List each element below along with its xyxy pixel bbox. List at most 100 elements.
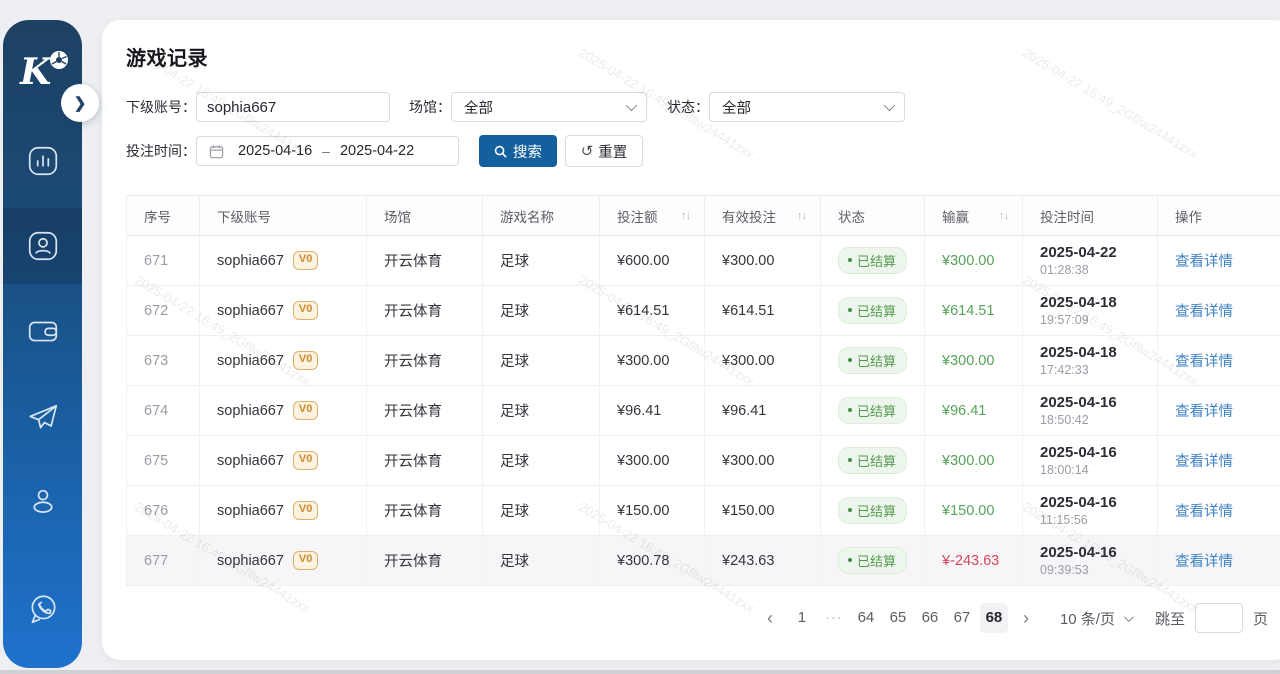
sidebar-item-profile[interactable] bbox=[26, 484, 60, 518]
status-badge: 已结算 bbox=[838, 497, 907, 524]
bet-date: 2025-04-16 bbox=[1040, 544, 1157, 561]
next-page-button[interactable]: › bbox=[1012, 603, 1040, 633]
sidebar-item-members[interactable] bbox=[26, 229, 60, 263]
records-table: 序号下级账号场馆游戏名称投注额↑↓有效投注↑↓状态输赢↑↓投注时间操作 671 … bbox=[126, 195, 1280, 586]
page-number[interactable]: 67 bbox=[948, 603, 976, 633]
status-badge: 已结算 bbox=[838, 247, 907, 274]
reset-button[interactable]: ↺ 重置 bbox=[565, 135, 643, 167]
sidebar-item-support[interactable] bbox=[26, 592, 60, 626]
chevron-down-icon bbox=[626, 100, 637, 111]
chevron-down-icon bbox=[1124, 612, 1134, 622]
account-name: sophia667 bbox=[217, 503, 284, 519]
bet-date: 2025-04-18 bbox=[1040, 344, 1157, 361]
table-row[interactable]: 671 sophia667 V0 开云体育 足球 ¥600.00 ¥300.00… bbox=[127, 236, 1280, 286]
bet-date: 2025-04-16 bbox=[1040, 394, 1157, 411]
page-title: 游戏记录 bbox=[126, 42, 1280, 71]
sidebar-expand-button[interactable]: ❯ bbox=[61, 84, 99, 122]
account-name: sophia667 bbox=[217, 453, 284, 469]
venue-cell: 开云体育 bbox=[367, 536, 483, 586]
user-card-icon bbox=[26, 229, 60, 263]
status-dot-icon bbox=[848, 358, 852, 362]
date-range-picker[interactable]: 2025-04-16 – 2025-04-22 bbox=[196, 136, 459, 166]
sort-icon[interactable]: ↑↓ bbox=[797, 210, 806, 222]
status-dot-icon bbox=[848, 458, 852, 462]
table-row[interactable]: 675 sophia667 V0 开云体育 足球 ¥300.00 ¥300.00… bbox=[127, 436, 1280, 486]
venue-select[interactable]: 全部 bbox=[451, 92, 647, 122]
status-select[interactable]: 全部 bbox=[709, 92, 905, 122]
win-loss-value: ¥614.51 bbox=[942, 303, 994, 319]
game-name-cell: 足球 bbox=[483, 386, 600, 436]
chevron-right-icon: ❯ bbox=[74, 94, 87, 112]
chevron-down-icon bbox=[884, 100, 895, 111]
bar-chart-icon bbox=[26, 144, 60, 178]
game-name-cell: 足球 bbox=[483, 236, 600, 286]
table-row[interactable]: 676 sophia667 V0 开云体育 足球 ¥150.00 ¥150.00… bbox=[127, 486, 1280, 536]
jump-page-input[interactable] bbox=[1195, 603, 1243, 633]
bet-date: 2025-04-22 bbox=[1040, 244, 1157, 261]
column-header: 投注时间 bbox=[1023, 196, 1158, 236]
search-button[interactable]: 搜索 bbox=[479, 135, 557, 167]
bet-date: 2025-04-18 bbox=[1040, 294, 1157, 311]
venue-cell: 开云体育 bbox=[367, 436, 483, 486]
status-dot-icon bbox=[848, 558, 852, 562]
bet-time: 09:39:53 bbox=[1040, 563, 1157, 577]
row-index: 676 bbox=[144, 503, 168, 519]
bet-time: 19:57:09 bbox=[1040, 313, 1157, 327]
table-row[interactable]: 677 sophia667 V0 开云体育 足球 ¥300.78 ¥243.63… bbox=[127, 536, 1280, 586]
brand-logo-icon: K bbox=[12, 46, 74, 92]
page-number[interactable]: 66 bbox=[916, 603, 944, 633]
row-index: 677 bbox=[144, 553, 168, 569]
bet-time: 18:00:14 bbox=[1040, 463, 1157, 477]
prev-page-button[interactable]: ‹ bbox=[756, 603, 784, 633]
jump-suffix: 页 bbox=[1253, 608, 1268, 629]
account-name: sophia667 bbox=[217, 403, 284, 419]
table-row[interactable]: 674 sophia667 V0 开云体育 足球 ¥96.41 ¥96.41 已… bbox=[127, 386, 1280, 436]
view-details-link[interactable]: 查看详情 bbox=[1175, 454, 1233, 470]
status-badge: 已结算 bbox=[838, 347, 907, 374]
win-loss-value: ¥-243.63 bbox=[942, 553, 999, 569]
view-details-link[interactable]: 查看详情 bbox=[1175, 504, 1233, 520]
status-dot-icon bbox=[848, 258, 852, 262]
reset-icon: ↺ bbox=[581, 142, 594, 160]
account-name: sophia667 bbox=[217, 353, 284, 369]
sidebar-item-reports[interactable] bbox=[26, 144, 60, 178]
page-size-select[interactable]: 10 条/页 bbox=[1060, 608, 1131, 629]
sort-icon[interactable]: ↑↓ bbox=[681, 210, 690, 222]
view-details-link[interactable]: 查看详情 bbox=[1175, 554, 1233, 570]
column-header: 游戏名称 bbox=[483, 196, 600, 236]
bet-amount-cell: ¥300.00 bbox=[600, 336, 705, 386]
valid-bet-cell: ¥300.00 bbox=[705, 236, 821, 286]
phone-contact-icon bbox=[26, 592, 60, 626]
page-number[interactable]: 64 bbox=[852, 603, 880, 633]
valid-bet-cell: ¥96.41 bbox=[705, 386, 821, 436]
calendar-icon bbox=[209, 144, 224, 159]
view-details-link[interactable]: 查看详情 bbox=[1175, 304, 1233, 320]
page-number[interactable]: 1 bbox=[788, 603, 816, 633]
bottom-edge-strip bbox=[0, 670, 1280, 674]
table-row[interactable]: 672 sophia667 V0 开云体育 足球 ¥614.51 ¥614.51… bbox=[127, 286, 1280, 336]
table-header-row: 序号下级账号场馆游戏名称投注额↑↓有效投注↑↓状态输赢↑↓投注时间操作 bbox=[127, 196, 1280, 236]
column-header[interactable]: 输赢↑↓ bbox=[925, 196, 1023, 236]
column-header[interactable]: 有效投注↑↓ bbox=[705, 196, 821, 236]
jump-label: 跳至 bbox=[1155, 608, 1185, 629]
sidebar-item-wallet[interactable] bbox=[26, 314, 60, 348]
view-details-link[interactable]: 查看详情 bbox=[1175, 354, 1233, 370]
pagination: ‹ 1···6465666768 › 10 条/页 跳至 页 bbox=[126, 603, 1268, 633]
account-input[interactable] bbox=[196, 92, 390, 122]
account-label: 下级账号： bbox=[126, 97, 196, 117]
win-loss-value: ¥300.00 bbox=[942, 353, 994, 369]
page-number[interactable]: 65 bbox=[884, 603, 912, 633]
row-index: 675 bbox=[144, 453, 168, 469]
page-number[interactable]: 68 bbox=[980, 603, 1008, 633]
level-badge: V0 bbox=[293, 401, 318, 419]
sort-icon[interactable]: ↑↓ bbox=[999, 210, 1008, 222]
table-row[interactable]: 673 sophia667 V0 开云体育 足球 ¥300.00 ¥300.00… bbox=[127, 336, 1280, 386]
status-badge: 已结算 bbox=[838, 447, 907, 474]
status-badge: 已结算 bbox=[838, 297, 907, 324]
view-details-link[interactable]: 查看详情 bbox=[1175, 404, 1233, 420]
page-list: 1···6465666768 bbox=[786, 603, 1010, 633]
column-header[interactable]: 投注额↑↓ bbox=[600, 196, 705, 236]
row-index: 673 bbox=[144, 353, 168, 369]
sidebar-item-messages[interactable] bbox=[26, 400, 60, 434]
view-details-link[interactable]: 查看详情 bbox=[1175, 254, 1233, 270]
